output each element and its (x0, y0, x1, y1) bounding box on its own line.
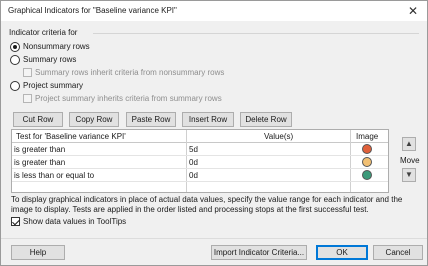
title-bar: Graphical Indicators for "Baseline varia… (1, 1, 427, 21)
show-tooltips-checkbox[interactable] (11, 217, 20, 226)
dialog-title: Graphical Indicators for "Baseline varia… (8, 6, 177, 15)
project-summary-radio[interactable] (10, 81, 20, 91)
help-button[interactable]: Help (11, 245, 65, 260)
row-test[interactable]: is greater than (14, 145, 65, 154)
footer-divider (1, 238, 427, 239)
row-test[interactable]: is greater than (14, 158, 65, 167)
table-row[interactable]: is less than or equal to 0d (12, 169, 388, 182)
yellow-circle-icon[interactable] (362, 157, 372, 167)
project-inherit-label: Project summary inherits criteria from s… (35, 94, 222, 103)
criteria-group-label: Indicator criteria for (9, 28, 78, 37)
header-image: Image (356, 132, 379, 141)
insert-row-button[interactable]: Insert Row (182, 112, 234, 127)
row-value[interactable]: 0d (189, 158, 198, 167)
grid-header: Test for 'Baseline variance KPI' Value(s… (12, 130, 388, 143)
cancel-button[interactable]: Cancel (373, 245, 423, 260)
summary-label: Summary rows (23, 55, 77, 64)
show-tooltips-label: Show data values in ToolTips (23, 217, 127, 226)
row-test[interactable]: is less than or equal to (14, 171, 94, 180)
move-label: Move (400, 156, 420, 165)
project-summary-label: Project summary (23, 81, 84, 90)
ok-button[interactable]: OK (316, 245, 368, 260)
row-value[interactable]: 0d (189, 171, 198, 180)
red-circle-icon[interactable] (362, 144, 372, 154)
paste-row-button[interactable]: Paste Row (126, 112, 176, 127)
criteria-group-divider (93, 33, 419, 34)
indicator-grid: Test for 'Baseline variance KPI' Value(s… (11, 129, 389, 193)
summary-inherit-checkbox[interactable] (23, 68, 32, 77)
close-icon[interactable]: ✕ (405, 3, 421, 19)
graphical-indicators-dialog: Graphical Indicators for "Baseline varia… (0, 0, 428, 266)
summary-radio[interactable] (10, 55, 20, 65)
row-value[interactable]: 5d (189, 145, 198, 154)
header-values: Value(s) (264, 132, 294, 141)
summary-inherit-label: Summary rows inherit criteria from nonsu… (35, 68, 225, 77)
move-up-button[interactable]: ▲ (402, 137, 416, 151)
triangle-up-icon: ▲ (405, 139, 413, 148)
project-inherit-checkbox[interactable] (23, 94, 32, 103)
table-row[interactable]: is greater than 5d (12, 143, 388, 156)
triangle-down-icon: ▼ (405, 170, 413, 179)
nonsummary-label: Nonsummary rows (23, 42, 90, 51)
table-row[interactable]: is greater than 0d (12, 156, 388, 169)
import-criteria-button[interactable]: Import Indicator Criteria... (211, 245, 307, 260)
info-text: To display graphical indicators in place… (11, 195, 403, 214)
nonsummary-radio[interactable] (10, 42, 20, 52)
move-down-button[interactable]: ▼ (402, 168, 416, 182)
green-circle-icon[interactable] (362, 170, 372, 180)
cut-row-button[interactable]: Cut Row (13, 112, 63, 127)
delete-row-button[interactable]: Delete Row (240, 112, 292, 127)
copy-row-button[interactable]: Copy Row (69, 112, 119, 127)
header-test: Test for 'Baseline variance KPI' (16, 132, 126, 141)
